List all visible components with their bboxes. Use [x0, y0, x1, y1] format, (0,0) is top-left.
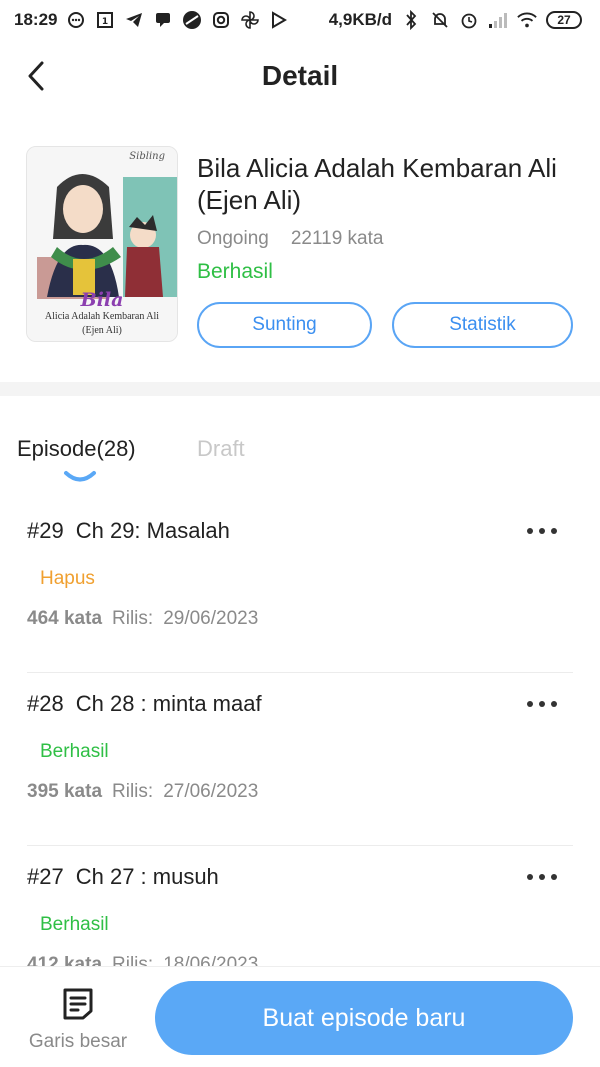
notes-icon — [63, 988, 93, 1020]
play-store-icon — [269, 10, 289, 30]
episode-title: #28 Ch 28 : minta maaf — [27, 691, 262, 717]
status-bar: 18:29 1 4,9KB/d 27 — [0, 0, 600, 40]
episode-word-count: 395 kata — [27, 781, 103, 802]
list-item[interactable]: #29 Ch 29: Masalah Hapus 464 kata Rilis: … — [27, 500, 573, 673]
cover-name: Bila — [80, 289, 124, 311]
episode-number: #28 — [27, 691, 64, 716]
episode-title: #27 Ch 27 : musuh — [27, 864, 219, 890]
episode-number: #27 — [27, 864, 64, 889]
bottom-action-bar: Garis besar Buat episode baru — [0, 966, 600, 1067]
episode-list: #29 Ch 29: Masalah Hapus 464 kata Rilis: … — [27, 500, 573, 966]
outline-button[interactable]: Garis besar — [20, 985, 136, 1057]
more-options-icon[interactable] — [527, 693, 557, 715]
wifi-icon — [517, 10, 537, 30]
tab-draft[interactable]: Draft — [197, 436, 245, 462]
bell-off-icon — [430, 10, 450, 30]
episode-word-count: 412 kata — [27, 954, 103, 966]
battery-indicator: 27 — [546, 11, 582, 29]
episode-name: Ch 28 : minta maaf — [75, 691, 262, 716]
list-item[interactable]: #28 Ch 28 : minta maaf Berhasil 395 kata … — [27, 673, 573, 846]
episode-word-count: 464 kata — [27, 608, 103, 629]
clock: 18:29 — [14, 10, 58, 29]
list-item[interactable]: #27 Ch 27 : musuh Berhasil 412 kata Rilis… — [27, 846, 573, 966]
status-bar-right: 4,9KB/d 27 — [329, 10, 582, 30]
release-label: Rilis: — [112, 608, 154, 629]
book-info: Sibling Bila Alicia Adalah Kembaran Ali … — [26, 146, 576, 352]
episode-status: Hapus — [40, 568, 95, 589]
release-date: 27/06/2023 — [163, 781, 259, 802]
release-date: 18/06/2023 — [163, 954, 259, 966]
more-options-icon[interactable] — [527, 866, 557, 888]
book-word-count: 22119 kata — [290, 228, 384, 249]
pinwheel-icon — [240, 10, 260, 30]
alarm-icon — [459, 10, 479, 30]
more-options-icon[interactable] — [527, 520, 557, 542]
episode-meta: 412 kata Rilis: 18/06/2023 — [27, 954, 258, 966]
message-icon — [153, 10, 173, 30]
episode-tabs: Episode(28) Draft — [17, 436, 577, 492]
review-status: Berhasil — [197, 260, 273, 283]
book-cover[interactable]: Sibling Bila Alicia Adalah Kembaran Ali … — [26, 146, 178, 342]
episode-number: #29 — [27, 518, 64, 543]
episode-meta: 464 kata Rilis: 29/06/2023 — [27, 608, 258, 630]
active-tab-indicator — [64, 471, 96, 482]
episode-name: Ch 29: Masalah — [75, 518, 230, 543]
signal-icon — [488, 10, 508, 30]
bluetooth-icon — [401, 10, 421, 30]
network-speed: 4,9KB/d — [328, 10, 392, 29]
episode-meta: 395 kata Rilis: 27/06/2023 — [27, 781, 258, 803]
book-title: Bila Alicia Adalah Kembaran Ali (Ejen Al… — [197, 153, 557, 215]
outline-label: Garis besar — [28, 1031, 128, 1052]
episode-title: #29 Ch 29: Masalah — [27, 518, 230, 544]
status-bar-left: 18:29 1 — [14, 10, 289, 30]
calendar-icon: 1 — [95, 10, 115, 30]
page-title: Detail — [261, 60, 339, 91]
cover-subtitle-line1: Alicia Adalah Kembaran Ali — [44, 311, 160, 322]
cover-tag: Sibling — [129, 151, 165, 162]
episode-name: Ch 27 : musuh — [75, 864, 219, 889]
chat-icon — [66, 10, 86, 30]
tab-episode[interactable]: Episode(28) — [17, 436, 136, 462]
book-meta: Ongoing 22119 kata — [197, 228, 383, 250]
release-date: 29/06/2023 — [163, 608, 259, 629]
section-divider — [0, 382, 600, 396]
app-icon — [182, 10, 202, 30]
statistics-button[interactable]: Statistik — [392, 302, 573, 348]
edit-button[interactable]: Sunting — [197, 302, 372, 348]
book-state: Ongoing — [197, 228, 269, 249]
release-label: Rilis: — [112, 781, 154, 802]
instagram-icon — [211, 10, 231, 30]
cover-subtitle-line2: (Ejen Ali) — [82, 325, 122, 336]
episode-status: Berhasil — [40, 914, 109, 935]
release-label: Rilis: — [112, 954, 154, 966]
telegram-icon — [124, 10, 144, 30]
create-episode-button[interactable]: Buat episode baru — [155, 981, 573, 1055]
episode-status: Berhasil — [40, 741, 109, 762]
svg-text:1: 1 — [102, 17, 108, 27]
app-header: Detail — [0, 44, 600, 110]
